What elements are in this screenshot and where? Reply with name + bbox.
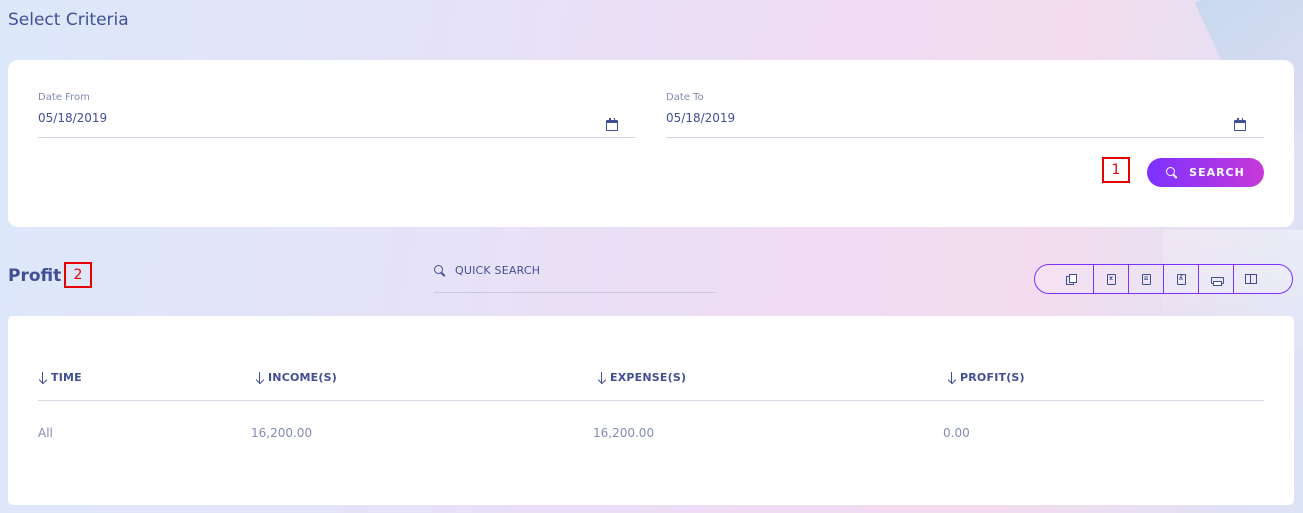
search-button[interactable]: SEARCH [1147, 158, 1264, 187]
csv-icon: ≡ [1141, 273, 1151, 285]
criteria-card: Date From 05/18/2019 Date To 05/18/2019 … [8, 60, 1294, 227]
search-icon [1166, 167, 1177, 178]
cell-expense: 16,200.00 [593, 426, 655, 440]
column-header-time[interactable]: TIME [38, 371, 82, 384]
cell-time: All [38, 426, 53, 440]
export-toolbar: x ≡ ʎ [1034, 264, 1293, 294]
date-from-value[interactable]: 05/18/2019 [38, 111, 107, 125]
table-header-divider [38, 400, 1264, 401]
column-header-income[interactable]: INCOME(S) [255, 371, 337, 384]
sort-arrow-icon [38, 371, 48, 384]
date-to-field[interactable]: Date To 05/18/2019 [666, 92, 1264, 138]
column-visibility-button[interactable] [1233, 265, 1268, 293]
column-header-expense[interactable]: EXPENSE(S) [597, 371, 686, 384]
column-header-label: TIME [51, 371, 82, 384]
sort-arrow-icon [597, 371, 607, 384]
calendar-icon[interactable] [1234, 118, 1246, 131]
sort-arrow-icon [255, 371, 265, 384]
annotation-marker-1: 1 [1102, 157, 1130, 183]
quick-search-input[interactable]: QUICK SEARCH [434, 261, 715, 293]
column-header-profit[interactable]: PROFIT(S) [947, 371, 1025, 384]
profit-title: Profit [8, 266, 62, 286]
csv-button[interactable]: ≡ [1128, 265, 1163, 293]
excel-icon: x [1106, 273, 1116, 285]
profit-table: TIME INCOME(S) EXPENSE(S) PROFIT(S) All … [8, 316, 1294, 505]
date-from-label: Date From [38, 92, 90, 103]
column-header-label: INCOME(S) [268, 371, 337, 384]
cell-income: 16,200.00 [251, 426, 313, 440]
search-icon [434, 265, 445, 276]
pdf-button[interactable]: ʎ [1163, 265, 1198, 293]
annotation-marker-2: 2 [64, 262, 92, 288]
copy-button[interactable] [1035, 265, 1093, 293]
select-criteria-title: Select Criteria [8, 10, 129, 30]
excel-button[interactable]: x [1093, 265, 1128, 293]
column-header-label: EXPENSE(S) [610, 371, 687, 384]
search-button-label: SEARCH [1189, 166, 1245, 179]
column-header-label: PROFIT(S) [960, 371, 1025, 384]
print-icon [1210, 275, 1224, 286]
calendar-icon[interactable] [606, 118, 618, 131]
pdf-icon: ʎ [1176, 273, 1186, 285]
print-button[interactable] [1198, 265, 1233, 293]
date-to-label: Date To [666, 92, 704, 103]
cell-profit: 0.00 [943, 426, 970, 440]
sort-arrow-icon [947, 371, 957, 384]
date-to-value[interactable]: 05/18/2019 [666, 111, 735, 125]
columns-icon [1245, 274, 1257, 284]
copy-icon [1066, 274, 1077, 285]
date-from-field[interactable]: Date From 05/18/2019 [38, 92, 636, 138]
quick-search-placeholder: QUICK SEARCH [455, 264, 541, 277]
